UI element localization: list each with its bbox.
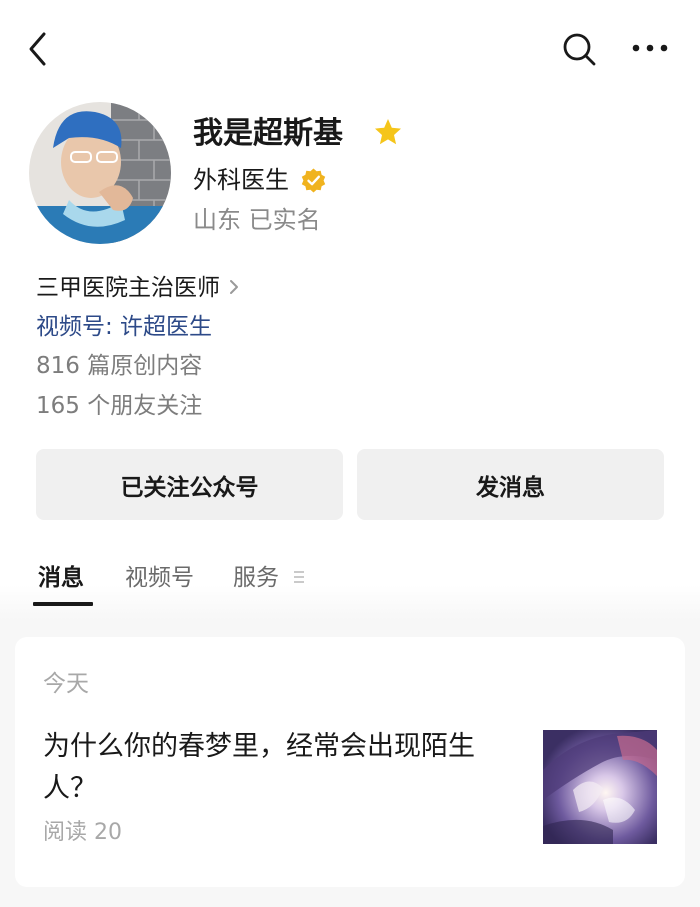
organization-label: 三甲医院主治医师 [36, 275, 220, 301]
profile-location: 山东 已实名 [193, 206, 321, 234]
star-icon[interactable] [373, 117, 403, 147]
avatar-photo [29, 102, 171, 244]
tab-channels[interactable]: 视频号 [125, 556, 194, 600]
friends-following-count: 165 个朋友关注 [36, 393, 203, 419]
article-count: 816 篇原创内容 [36, 353, 203, 379]
article-title[interactable]: 为什么你的春梦里，经常会出现陌生人？ [43, 726, 513, 810]
article-thumbnail[interactable] [543, 730, 657, 844]
profile-title: 外科医生 [193, 166, 289, 194]
avatar[interactable] [29, 102, 171, 244]
navigation-bar [0, 0, 700, 100]
channel-link[interactable]: 视频号: 许超医生 [36, 311, 212, 343]
search-icon [563, 33, 596, 66]
menu-lines-icon[interactable] [293, 570, 305, 584]
back-arrow-icon [29, 32, 46, 66]
search-button[interactable] [558, 28, 600, 70]
more-options-button[interactable] [626, 30, 674, 66]
article-card[interactable]: 今天 为什么你的春梦里，经常会出现陌生人？ 阅读 20 [15, 637, 685, 887]
back-button[interactable] [22, 28, 58, 70]
date-label: 今天 [43, 671, 89, 697]
organization-info[interactable]: 三甲医院主治医师 [36, 272, 240, 304]
chevron-right-icon [230, 279, 238, 294]
tab-messages[interactable]: 消息 [38, 556, 84, 600]
send-message-button[interactable]: 发消息 [357, 449, 664, 520]
active-tab-indicator [33, 602, 93, 606]
more-dots-icon [632, 44, 668, 52]
follow-account-button[interactable]: 已关注公众号 [36, 449, 343, 520]
thumbnail-image [543, 730, 657, 844]
content-tabs: 消息 视频号 服务 [0, 556, 700, 608]
verified-badge-icon[interactable] [300, 167, 327, 194]
tab-services[interactable]: 服务 [233, 556, 279, 600]
read-count: 阅读 20 [43, 820, 122, 845]
profile-name: 我是超斯基 [193, 116, 343, 151]
